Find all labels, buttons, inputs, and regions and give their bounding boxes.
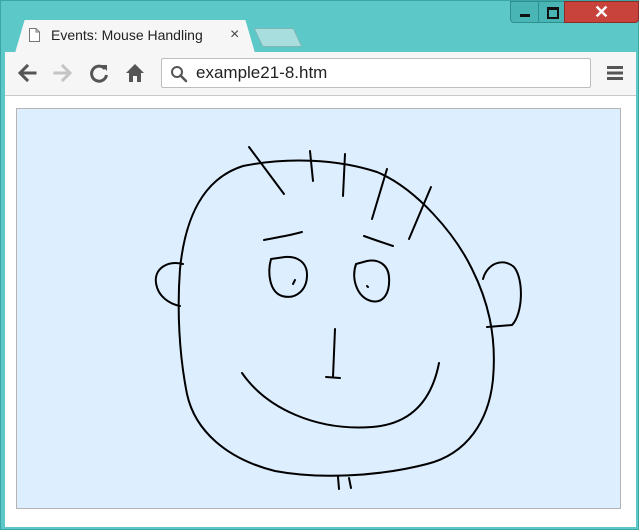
home-icon[interactable] [124, 62, 146, 84]
hair-stroke [248, 146, 285, 195]
eye-stroke [366, 285, 369, 288]
hair-stroke [342, 153, 346, 197]
eye-stroke [292, 279, 296, 285]
page-viewport [5, 96, 636, 527]
toolbar: example21-8.htm [5, 52, 636, 96]
reload-icon[interactable] [88, 62, 110, 84]
close-icon: ✕ [594, 2, 610, 22]
maximize-button[interactable] [538, 1, 565, 23]
hair-stroke [309, 150, 314, 182]
new-tab-button[interactable] [253, 28, 303, 47]
face-drawing [154, 146, 522, 490]
arrow-left-icon[interactable] [16, 62, 38, 84]
arrow-right-icon[interactable] [52, 62, 74, 84]
mouth-stroke [241, 362, 440, 429]
close-window-button[interactable]: ✕ [564, 1, 639, 23]
address-bar-text: example21-8.htm [196, 63, 328, 82]
nose-stroke [325, 328, 341, 379]
eye-stroke [353, 259, 391, 303]
head-outline-stroke [177, 159, 495, 477]
minimize-icon [520, 14, 530, 17]
search-icon [171, 66, 188, 83]
eyebrow-stroke [263, 231, 303, 241]
maximize-icon [547, 7, 559, 19]
hamburger-menu-icon[interactable] [604, 62, 626, 84]
tab-title: Events: Mouse Handling [51, 27, 203, 43]
address-bar[interactable]: example21-8.htm [161, 58, 591, 88]
eye-stroke [268, 255, 308, 298]
eyebrow-stroke [363, 235, 394, 247]
minimize-button[interactable] [510, 1, 539, 23]
page-icon [29, 28, 40, 42]
tab-close-icon[interactable]: × [230, 25, 239, 45]
browser-window: Events: Mouse Handling × ✕ example21-8.h… [0, 0, 639, 530]
hair-stroke [371, 168, 388, 220]
neck-stroke [337, 476, 352, 490]
drawing-canvas[interactable] [16, 108, 621, 509]
